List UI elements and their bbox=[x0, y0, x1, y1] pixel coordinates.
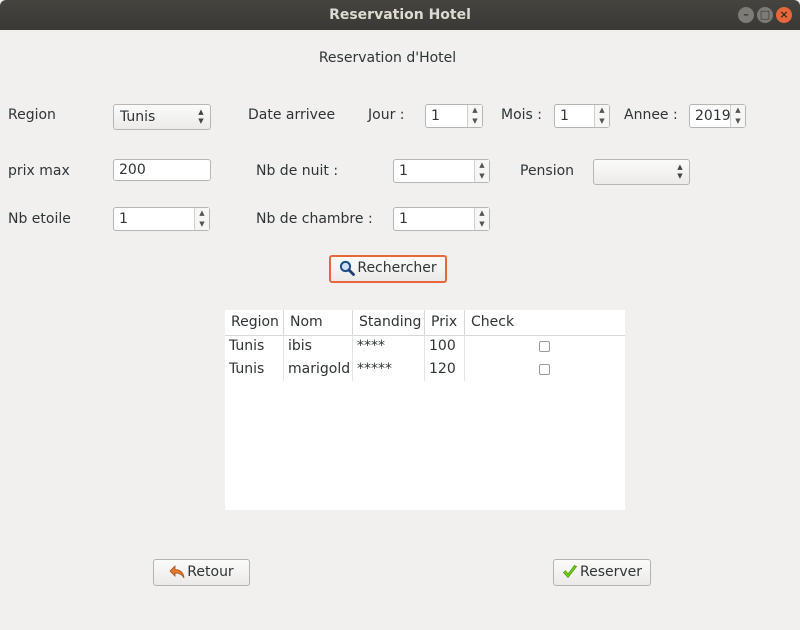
spin-up-icon[interactable]: ▲ bbox=[195, 208, 209, 219]
nb-nuit-value: 1 bbox=[399, 163, 408, 179]
pension-select[interactable]: ▲ ▼ bbox=[593, 159, 690, 185]
retour-label: Retour bbox=[187, 564, 234, 580]
jour-spinner[interactable]: 1 ▲ ▼ bbox=[425, 104, 483, 128]
cell-standing: **** bbox=[353, 335, 425, 358]
nb-chambre-spinner[interactable]: 1 ▲ ▼ bbox=[393, 207, 490, 231]
cell-nom: ibis bbox=[284, 335, 353, 358]
rechercher-button[interactable]: Rechercher bbox=[329, 255, 447, 283]
nb-chambre-value: 1 bbox=[399, 211, 408, 227]
rechercher-label: Rechercher bbox=[357, 260, 437, 276]
mois-spinner[interactable]: 1 ▲ ▼ bbox=[554, 104, 610, 128]
spin-up-icon[interactable]: ▲ bbox=[731, 105, 745, 116]
jour-value: 1 bbox=[431, 108, 440, 124]
window-titlebar: Reservation Hotel – □ × bbox=[0, 0, 800, 30]
spin-down-icon[interactable]: ▼ bbox=[595, 116, 609, 127]
row-checkbox[interactable] bbox=[539, 364, 550, 375]
mois-value: 1 bbox=[560, 108, 569, 124]
region-select[interactable]: Tunis ▲ ▼ bbox=[113, 104, 211, 130]
spin-down-icon[interactable]: ▼ bbox=[731, 116, 745, 127]
results-table[interactable]: Region Nom Standing Prix Check Tunis ibi… bbox=[225, 310, 625, 510]
chevron-down-icon: ▼ bbox=[677, 172, 683, 180]
spin-up-icon[interactable]: ▲ bbox=[475, 160, 489, 171]
window-title: Reservation Hotel bbox=[329, 7, 471, 23]
nb-etoile-label: Nb etoile bbox=[8, 211, 71, 227]
reserver-label: Reserver bbox=[579, 564, 643, 580]
retour-button[interactable]: Retour bbox=[153, 559, 250, 586]
nb-chambre-label: Nb de chambre : bbox=[256, 211, 373, 227]
cell-check bbox=[465, 335, 625, 358]
minimize-icon[interactable]: – bbox=[738, 7, 754, 23]
nb-nuit-spinner-arrows[interactable]: ▲ ▼ bbox=[474, 160, 489, 182]
undo-arrow-icon bbox=[169, 565, 185, 579]
maximize-icon[interactable]: □ bbox=[757, 7, 773, 23]
column-header-standing[interactable]: Standing bbox=[353, 310, 425, 335]
cell-nom: marigold bbox=[284, 358, 353, 381]
cell-prix: 100 bbox=[425, 335, 465, 358]
region-label: Region bbox=[8, 107, 56, 123]
table-row[interactable]: Tunis ibis **** 100 bbox=[225, 335, 625, 358]
mois-spinner-arrows[interactable]: ▲ ▼ bbox=[594, 105, 609, 127]
spin-down-icon[interactable]: ▼ bbox=[195, 219, 209, 230]
reserver-button[interactable]: Reserver bbox=[553, 559, 651, 586]
chevron-down-icon: ▼ bbox=[198, 117, 204, 125]
annee-label: Annee : bbox=[624, 107, 678, 123]
pension-label: Pension bbox=[520, 163, 575, 179]
page-title: Reservation d'Hotel bbox=[318, 50, 457, 66]
cell-standing: ***** bbox=[353, 358, 425, 381]
annee-spinner-arrows[interactable]: ▲ ▼ bbox=[730, 105, 745, 127]
spin-down-icon[interactable]: ▼ bbox=[468, 116, 482, 127]
annee-value: 2019 bbox=[695, 108, 731, 124]
nb-nuit-label: Nb de nuit : bbox=[256, 163, 339, 179]
column-header-region[interactable]: Region bbox=[225, 310, 284, 335]
table-row[interactable]: Tunis marigold ***** 120 bbox=[225, 358, 625, 381]
row-checkbox[interactable] bbox=[539, 341, 550, 352]
column-header-nom[interactable]: Nom bbox=[284, 310, 353, 335]
nb-etoile-value: 1 bbox=[119, 211, 128, 227]
spin-up-icon[interactable]: ▲ bbox=[475, 208, 489, 219]
spin-up-icon[interactable]: ▲ bbox=[468, 105, 482, 116]
magnifier-icon bbox=[340, 260, 356, 276]
close-icon[interactable]: × bbox=[776, 7, 792, 23]
cell-prix: 120 bbox=[425, 358, 465, 381]
cell-region: Tunis bbox=[225, 335, 284, 358]
nb-etoile-spinner[interactable]: 1 ▲ ▼ bbox=[113, 207, 210, 231]
prix-max-field[interactable]: 200 bbox=[113, 159, 211, 181]
nb-chambre-spinner-arrows[interactable]: ▲ ▼ bbox=[474, 208, 489, 230]
cell-region: Tunis bbox=[225, 358, 284, 381]
date-arrivee-label: Date arrivee bbox=[248, 107, 336, 123]
prix-max-label: prix max bbox=[8, 163, 70, 179]
mois-label: Mois : bbox=[501, 107, 542, 123]
spin-down-icon[interactable]: ▼ bbox=[475, 219, 489, 230]
checkmark-icon bbox=[562, 564, 578, 579]
column-header-prix[interactable]: Prix bbox=[425, 310, 465, 335]
table-header: Region Nom Standing Prix Check bbox=[225, 310, 625, 336]
column-header-check[interactable]: Check bbox=[465, 310, 625, 335]
jour-label: Jour : bbox=[368, 107, 405, 123]
cell-check bbox=[465, 358, 625, 381]
region-value: Tunis bbox=[120, 109, 156, 125]
nb-etoile-spinner-arrows[interactable]: ▲ ▼ bbox=[194, 208, 209, 230]
annee-spinner[interactable]: 2019 ▲ ▼ bbox=[689, 104, 746, 128]
spin-down-icon[interactable]: ▼ bbox=[475, 171, 489, 182]
spin-up-icon[interactable]: ▲ bbox=[595, 105, 609, 116]
nb-nuit-spinner[interactable]: 1 ▲ ▼ bbox=[393, 159, 490, 183]
jour-spinner-arrows[interactable]: ▲ ▼ bbox=[467, 105, 482, 127]
